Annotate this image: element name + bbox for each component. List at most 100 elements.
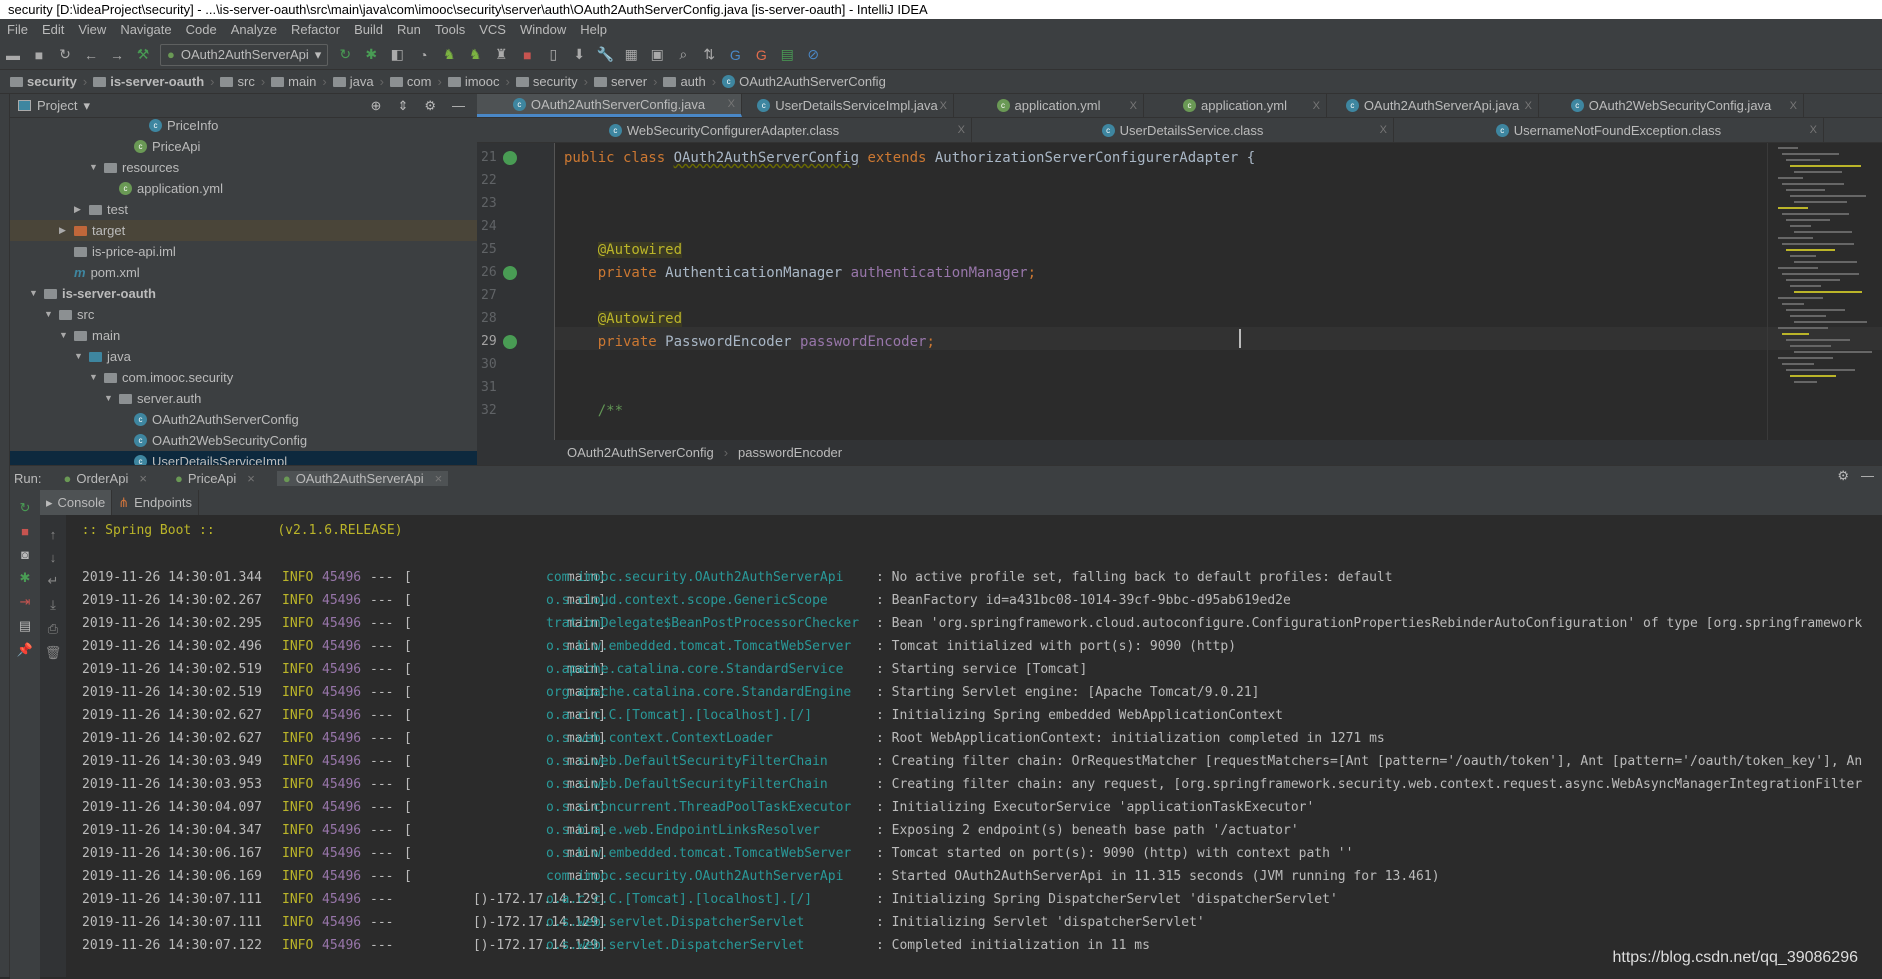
open-icon[interactable]: ▬ [4, 46, 22, 64]
editor-tab[interactable]: c application.yml X [1144, 94, 1327, 117]
menu-vcs[interactable]: VCS [472, 19, 513, 40]
tree-item[interactable]: m pom.xml [10, 262, 477, 283]
tree-item[interactable]: c PriceApi [10, 136, 477, 157]
project-structure-icon[interactable]: ▦ [622, 46, 640, 64]
attach-icon[interactable]: ♜ [492, 46, 510, 64]
breadcrumb-class[interactable]: OAuth2AuthServerConfig [567, 440, 714, 465]
tool-window-strip[interactable] [0, 94, 10, 977]
tree-item[interactable]: ▼ resources [10, 157, 477, 178]
device-icon[interactable]: ▯ [544, 46, 562, 64]
tree-item[interactable]: ▼ src [10, 304, 477, 325]
menu-build[interactable]: Build [347, 19, 390, 40]
expanded-arrow-icon[interactable]: ▼ [44, 304, 54, 325]
close-icon[interactable]: X [1790, 100, 1797, 112]
close-icon[interactable]: X [1313, 100, 1320, 112]
close-icon[interactable]: X [958, 124, 965, 136]
editor-tab[interactable]: c OAuth2AuthServerApi.java X [1327, 94, 1539, 117]
menu-run[interactable]: Run [390, 19, 428, 40]
editor-tab[interactable]: c OAuth2AuthServerConfig.java X [477, 94, 742, 117]
tree-item[interactable]: ▶ target [10, 220, 477, 241]
breadcrumb-item[interactable]: security [510, 70, 584, 93]
gear-icon[interactable]: ⚙ [424, 98, 436, 114]
tree-item[interactable]: ▼ server.auth [10, 388, 477, 409]
update-icon[interactable]: ⬇ [570, 46, 588, 64]
breadcrumb-item[interactable]: security [4, 70, 83, 93]
collapsed-arrow-icon[interactable]: ▶ [74, 199, 84, 220]
menu-window[interactable]: Window [513, 19, 573, 40]
expanded-arrow-icon[interactable]: ▼ [89, 157, 99, 178]
menu-help[interactable]: Help [573, 19, 614, 40]
tab-console[interactable]: ▸ Console [40, 490, 113, 515]
minimize-icon[interactable]: — [1861, 468, 1874, 484]
menu-analyze[interactable]: Analyze [224, 19, 284, 40]
tree-item[interactable]: ▼ is-server-oauth [10, 283, 477, 304]
tree-item[interactable]: c OAuth2AuthServerConfig [10, 409, 477, 430]
locate-icon[interactable]: ⊕ [371, 98, 382, 114]
editor-tab[interactable]: c UserDetailsServiceImpl.java X [742, 94, 954, 117]
collapsed-arrow-icon[interactable]: ▶ [59, 220, 69, 241]
menu-refactor[interactable]: Refactor [284, 19, 347, 40]
menu-edit[interactable]: Edit [35, 19, 71, 40]
pin-icon[interactable]: 📌 [17, 642, 33, 658]
layout-icon[interactable]: ▤ [19, 618, 31, 634]
camera-icon[interactable]: ◙ [21, 547, 29, 562]
back-icon[interactable]: ← [82, 46, 100, 64]
chevron-down-icon[interactable]: ▾ [83, 98, 90, 114]
console-output[interactable]: :: Spring Boot :: (v2.1.6.RELEASE) 2019-… [66, 515, 1882, 977]
debug-icon[interactable]: ✱ [20, 570, 31, 586]
print-icon[interactable]: ⎙ [48, 621, 58, 637]
expanded-arrow-icon[interactable]: ▼ [104, 388, 114, 409]
expanded-arrow-icon[interactable]: ▼ [59, 325, 69, 346]
spring-bean-icon[interactable] [503, 151, 517, 165]
vcs-icon[interactable]: ⇅ [700, 46, 718, 64]
run-config-select[interactable]: ● OAuth2AuthServerApi ▾ [160, 43, 329, 66]
close-icon[interactable]: X [940, 100, 947, 112]
project-view-select[interactable]: Project [37, 98, 77, 113]
menu-code[interactable]: Code [179, 19, 224, 40]
editor-tab[interactable]: c application.yml X [954, 94, 1144, 117]
expanded-arrow-icon[interactable]: ▼ [29, 283, 39, 304]
tree-item[interactable]: c application.yml [10, 178, 477, 199]
trash-icon[interactable]: 🗑 [45, 645, 62, 661]
breadcrumb-item[interactable]: java [327, 70, 380, 93]
minimap[interactable] [1767, 143, 1882, 440]
profile-icon[interactable]: ◔ [414, 46, 432, 64]
terminal-icon[interactable]: ▣ [648, 46, 666, 64]
down-icon[interactable]: ↓ [50, 550, 57, 565]
debug-icon[interactable]: ✱ [362, 46, 380, 64]
exit-icon[interactable]: ⇥ [20, 594, 31, 610]
close-icon[interactable]: X [1380, 124, 1387, 136]
close-icon[interactable]: × [139, 471, 147, 486]
minimize-icon[interactable]: — [452, 98, 465, 114]
rerun-icon[interactable]: ↻ [336, 46, 354, 64]
collapse-icon[interactable]: ⇕ [397, 98, 408, 114]
editor-tab[interactable]: c WebSecurityConfigurerAdapter.class X [477, 118, 972, 142]
build-icon[interactable]: ⚒ [134, 46, 152, 64]
close-icon[interactable]: × [247, 471, 255, 486]
translate2-icon[interactable]: G [752, 46, 770, 64]
jrebel-debug-icon[interactable]: ♞ [466, 46, 484, 64]
spring-bean-icon[interactable] [503, 266, 517, 280]
translate-icon[interactable]: G [726, 46, 744, 64]
search-icon[interactable]: ⌕ [674, 46, 692, 64]
close-icon[interactable]: X [728, 98, 735, 110]
close-icon[interactable]: X [1810, 124, 1817, 136]
close-icon[interactable]: X [1525, 100, 1532, 112]
save-icon[interactable]: ■ [30, 46, 48, 64]
monitor-icon[interactable]: ▤ [778, 46, 796, 64]
soft-wrap-icon[interactable]: ↵ [48, 573, 59, 589]
breadcrumb-item[interactable]: c OAuth2AuthServerConfig [716, 70, 892, 93]
tree-item[interactable]: ▼ java [10, 346, 477, 367]
tree-item[interactable]: c PriceInfo [10, 115, 477, 136]
breadcrumb-item[interactable]: is-server-oauth [87, 70, 210, 93]
menu-view[interactable]: View [71, 19, 113, 40]
breadcrumb-item[interactable]: imooc [442, 70, 506, 93]
jrebel-run-icon[interactable]: ♞ [440, 46, 458, 64]
tree-item[interactable]: ▼ com.imooc.security [10, 367, 477, 388]
wrench-icon[interactable]: 🔧 [596, 46, 614, 64]
tab-endpoints[interactable]: ⋔ Endpoints [112, 490, 199, 515]
expanded-arrow-icon[interactable]: ▼ [74, 346, 84, 367]
breadcrumb-item[interactable]: auth [657, 70, 711, 93]
close-icon[interactable]: × [435, 471, 443, 486]
editor-tab[interactable]: c UsernameNotFoundException.class X [1394, 118, 1824, 142]
